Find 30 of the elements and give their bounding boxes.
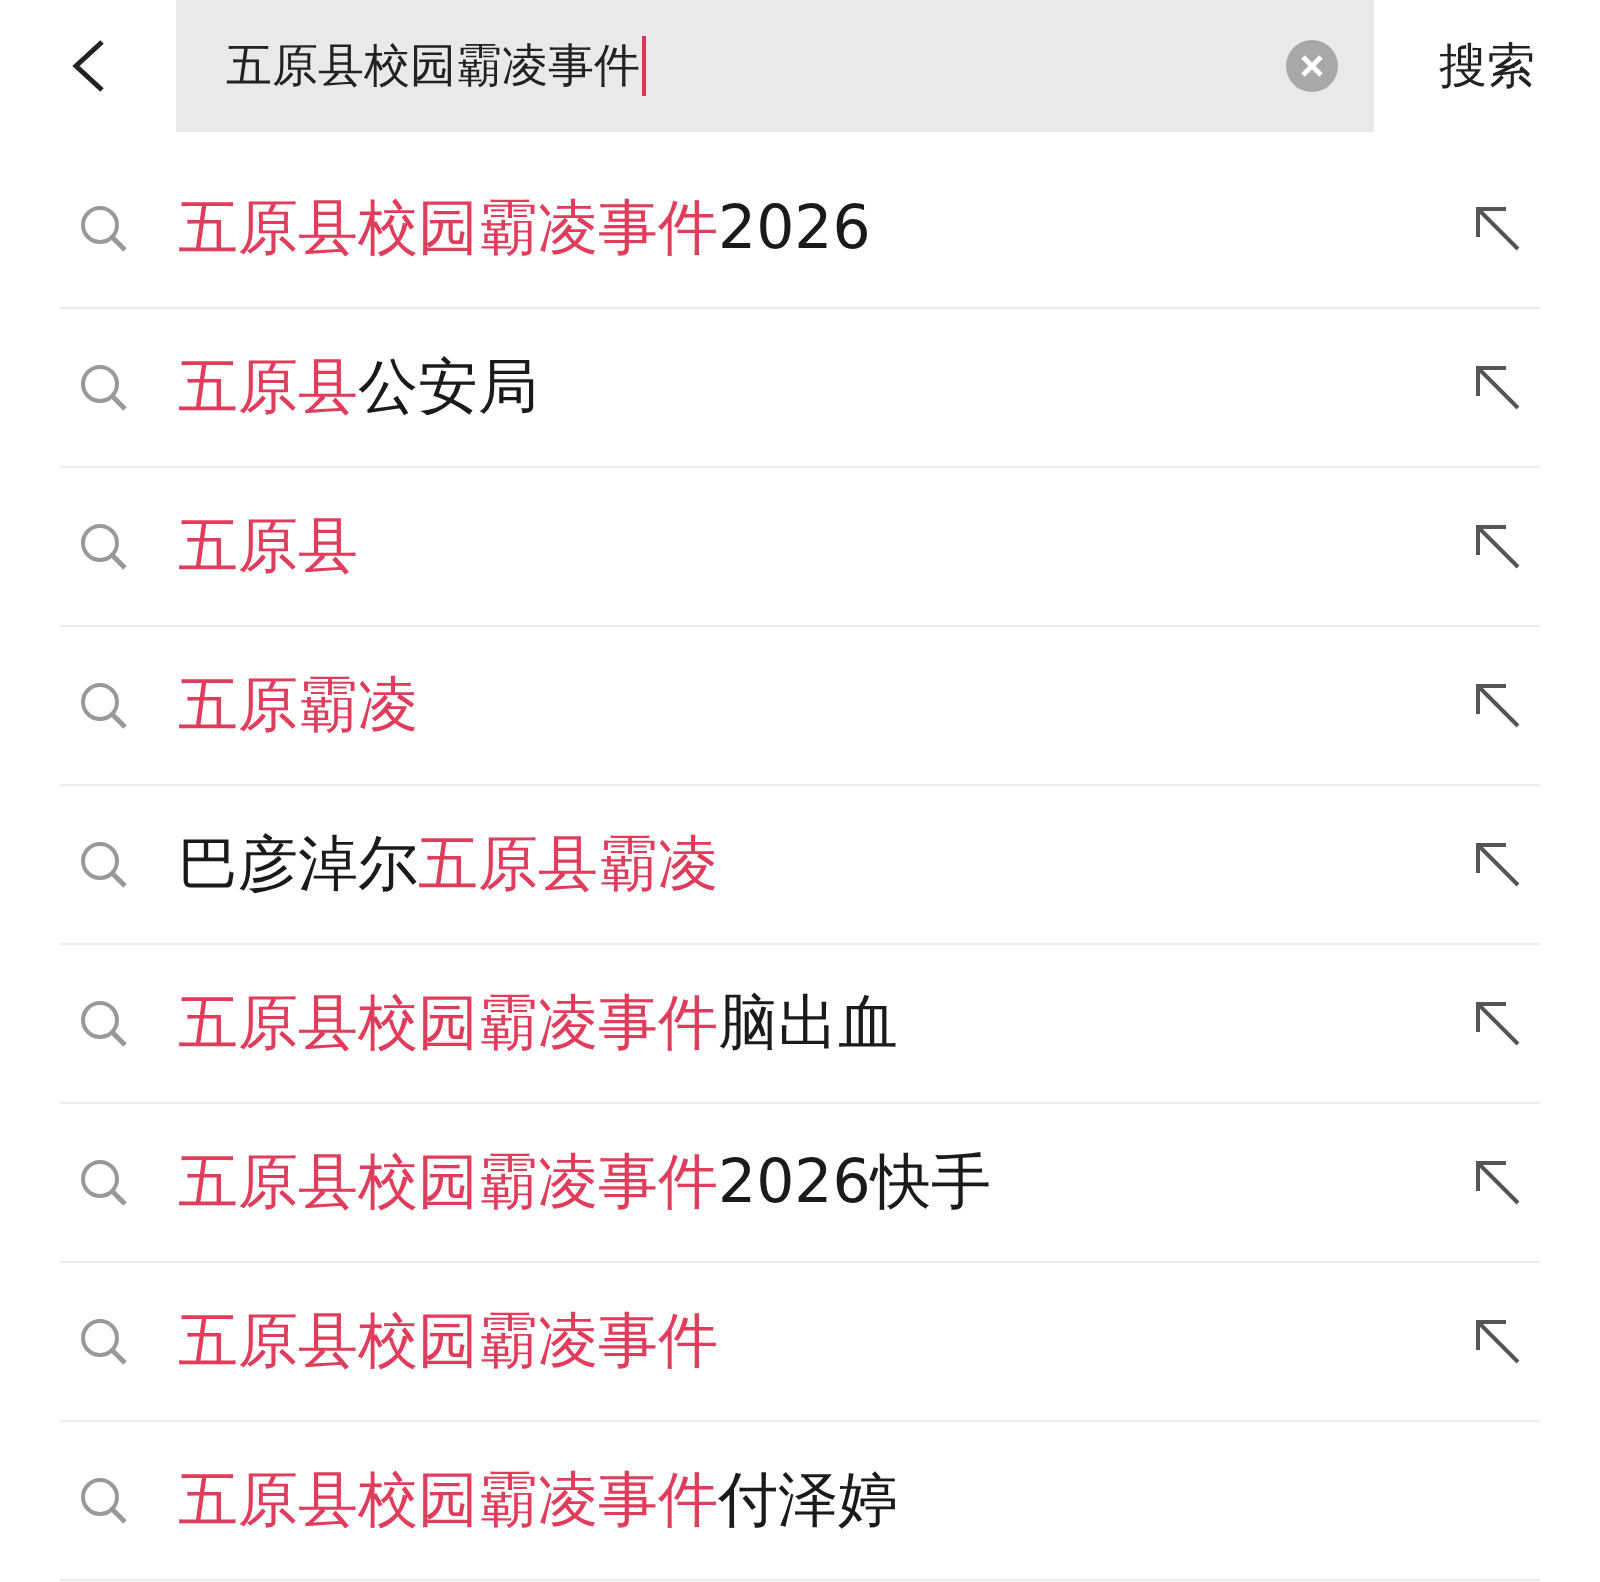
- suggestion-text: 五原县: [178, 509, 359, 582]
- search-button[interactable]: 搜索: [1374, 34, 1600, 98]
- suggestion-text: 五原县校园霸凌事件2026快手: [178, 1145, 992, 1218]
- suggestion-item[interactable]: 五原县校园霸凌事件: [60, 1263, 1540, 1422]
- suggestion-item[interactable]: 五原县校园霸凌事件付泽婷: [60, 1422, 1540, 1581]
- suggestion-item[interactable]: 五原县校园霸凌事件2026: [60, 150, 1540, 309]
- arrow-icon[interactable]: [1474, 204, 1522, 253]
- arrow-icon[interactable]: [1474, 1158, 1522, 1207]
- suggestion-item[interactable]: 五原县公安局: [60, 309, 1540, 468]
- text-cursor: [642, 36, 646, 96]
- arrow-icon[interactable]: [1474, 1317, 1522, 1366]
- suggestion-text: 五原县公安局: [178, 350, 539, 423]
- suggestion-text: 五原县校园霸凌事件: [178, 1304, 719, 1377]
- search-field[interactable]: 五原县校园霸凌事件: [176, 0, 1374, 132]
- suggestion-item[interactable]: 五原县校园霸凌事件脑出血: [60, 945, 1540, 1104]
- suggestion-item[interactable]: 五原霸凌: [60, 627, 1540, 786]
- suggestion-text: 五原县校园霸凌事件2026: [178, 191, 872, 264]
- suggestion-item[interactable]: 五原县: [60, 468, 1540, 627]
- search-value: 五原县校园霸凌事件: [226, 37, 640, 94]
- suggestion-text: 巴彦淖尔五原县霸凌: [178, 827, 719, 900]
- arrow-icon[interactable]: [1474, 681, 1522, 730]
- arrow-icon[interactable]: [1474, 522, 1522, 571]
- arrow-icon[interactable]: [1474, 363, 1522, 412]
- suggestion-text: 五原县校园霸凌事件付泽婷: [178, 1463, 899, 1536]
- suggestion-text: 五原霸凌: [178, 668, 419, 741]
- suggestion-item[interactable]: 五原县校园霸凌事件2026快手: [60, 1104, 1540, 1263]
- arrow-icon[interactable]: [1474, 840, 1522, 889]
- arrow-icon[interactable]: [1474, 999, 1522, 1048]
- suggestion-item[interactable]: 巴彦淖尔五原县霸凌: [60, 786, 1540, 945]
- suggestion-text: 五原县校园霸凌事件脑出血: [178, 986, 899, 1059]
